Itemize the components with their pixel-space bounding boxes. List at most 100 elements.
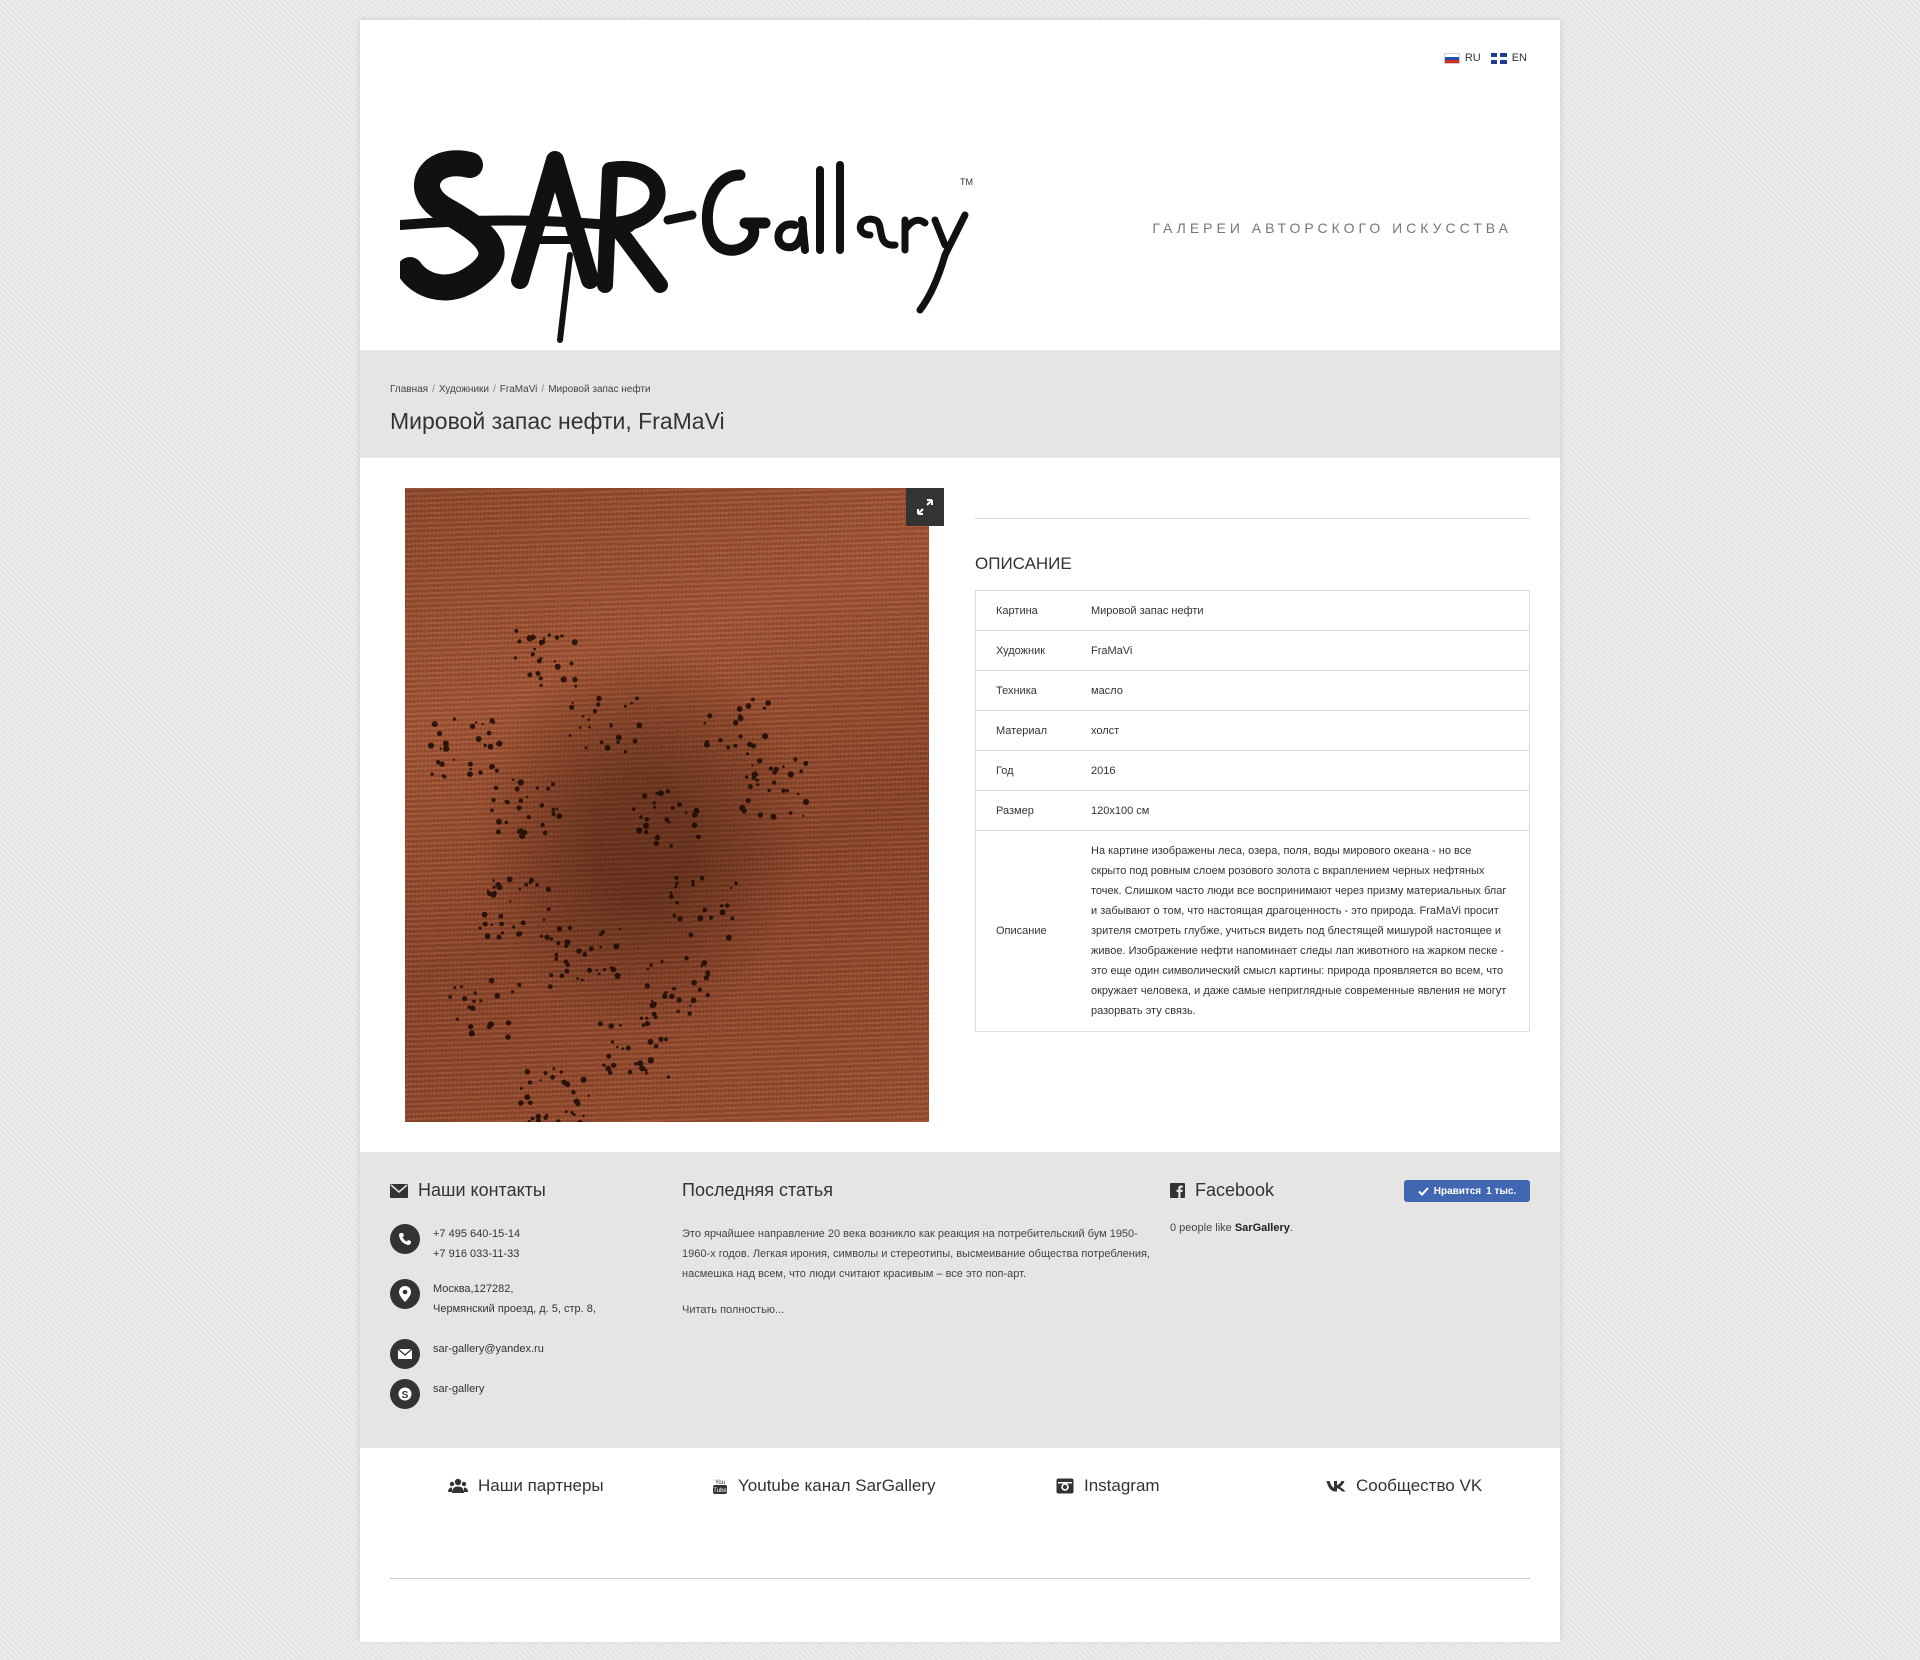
- oil-dot: [542, 918, 546, 921]
- oil-dot: [645, 1071, 648, 1075]
- oil-dot: [569, 661, 574, 666]
- oil-dot: [473, 991, 477, 995]
- oil-dot: [745, 703, 752, 709]
- oil-dot: [757, 812, 764, 818]
- oil-dot: [544, 934, 550, 940]
- phone-2[interactable]: +7 916 033-11-33: [433, 1244, 520, 1264]
- oil-dot: [597, 1021, 603, 1027]
- oil-dot: [732, 720, 739, 726]
- oil-dot: [662, 993, 668, 999]
- facebook-page-name[interactable]: SarGallery: [1235, 1222, 1290, 1234]
- breadcrumb-home[interactable]: Главная: [390, 384, 428, 395]
- oil-dot: [593, 710, 597, 714]
- oil-dot: [538, 676, 543, 681]
- address-line-2: Чермянский проезд, д. 5, стр. 8,: [433, 1303, 596, 1315]
- oil-dot: [478, 770, 483, 775]
- table-row: Описание На картине изображены леса, озер…: [975, 830, 1530, 1032]
- oil-dot: [516, 829, 522, 834]
- oil-dot: [755, 778, 759, 782]
- oil-dot: [601, 930, 605, 934]
- tagline: ГАЛЕРЕИ АВТОРСКОГО ИСКУССТВА: [1152, 220, 1512, 236]
- oil-dot: [519, 1086, 523, 1090]
- fullscreen-button[interactable]: [906, 488, 944, 526]
- oil-dot: [482, 921, 488, 927]
- skype-link[interactable]: sar-gallery: [433, 1379, 484, 1409]
- map-marker-icon: [390, 1279, 420, 1309]
- oil-dot: [673, 987, 677, 991]
- lang-en-link[interactable]: EN: [1490, 52, 1527, 64]
- oil-dot: [518, 1100, 524, 1106]
- oil-dot: [551, 812, 556, 816]
- oil-dot: [571, 701, 574, 705]
- oil-dot: [526, 815, 531, 820]
- oil-dot: [588, 946, 594, 952]
- oil-dot: [467, 771, 473, 777]
- oil-dot: [439, 747, 442, 750]
- youtube-link[interactable]: You Tube Youtube канал SarGallery: [712, 1476, 936, 1496]
- instagram-link[interactable]: Instagram: [1056, 1476, 1160, 1496]
- oil-dot: [730, 886, 733, 890]
- oil-dot: [540, 934, 544, 938]
- lang-ru-label: RU: [1464, 52, 1481, 64]
- painting-image[interactable]: [405, 488, 929, 1127]
- oil-dot: [547, 984, 553, 990]
- oil-dot: [649, 1002, 656, 1009]
- table-row: Год 2016: [975, 750, 1530, 791]
- table-row: Картина Мировой запас нефти: [975, 590, 1530, 631]
- oil-dot: [702, 907, 708, 913]
- oil-dot: [495, 829, 501, 835]
- oil-dot: [635, 696, 639, 701]
- vk-link[interactable]: Сообщество VK: [1326, 1476, 1482, 1496]
- oil-dot: [539, 642, 543, 646]
- oil-dot: [512, 925, 516, 929]
- facebook-like-button[interactable]: Нравится 1 тыс.: [1404, 1180, 1530, 1202]
- mail-icon: [390, 1339, 420, 1369]
- trademark-mark: TM: [960, 177, 973, 187]
- oil-dot: [506, 876, 513, 883]
- breadcrumb-current: Мировой запас нефти: [548, 384, 651, 395]
- phone-1[interactable]: +7 495 640-15-14: [433, 1224, 520, 1244]
- oil-dot: [596, 695, 602, 702]
- oil-dot: [631, 807, 636, 811]
- breadcrumb-artists[interactable]: Художники: [439, 384, 489, 395]
- oil-dot: [490, 808, 494, 812]
- read-more-link[interactable]: Читать полностью...: [682, 1304, 784, 1316]
- oil-dot: [467, 1005, 472, 1010]
- partners-link[interactable]: Наши партнеры: [448, 1476, 604, 1496]
- phone-icon: [390, 1224, 420, 1254]
- oil-dot: [530, 652, 535, 657]
- oil-dot: [546, 786, 550, 791]
- oil-dot: [539, 683, 543, 687]
- oil-dot: [530, 1116, 535, 1121]
- oil-dot: [535, 882, 539, 887]
- like-count: 1 тыс.: [1486, 1185, 1517, 1197]
- oil-dot: [518, 887, 522, 891]
- oil-dot: [677, 916, 683, 922]
- oil-dot: [575, 1101, 581, 1107]
- lang-ru-link[interactable]: RU: [1443, 52, 1481, 64]
- oil-dot: [676, 997, 682, 1003]
- youtube-icon: YouTube: [713, 1480, 727, 1494]
- oil-dot: [604, 744, 611, 751]
- email-link[interactable]: sar-gallery@yandex.ru: [433, 1339, 544, 1369]
- breadcrumb-artist[interactable]: FraMaVi: [500, 384, 538, 395]
- oil-dot: [745, 752, 749, 756]
- oil-dot: [535, 1118, 541, 1124]
- oil-dot: [639, 1065, 646, 1072]
- oil-dot: [653, 1044, 659, 1049]
- oil-dot: [586, 967, 593, 973]
- oil-dot: [674, 875, 679, 881]
- oil-dot: [605, 1065, 612, 1072]
- oil-dot: [478, 926, 482, 930]
- oil-dot: [644, 1068, 648, 1072]
- instagram-label: Instagram: [1084, 1476, 1160, 1495]
- oil-dot: [540, 822, 545, 828]
- oil-dot: [462, 996, 468, 1002]
- oil-dot: [684, 811, 688, 815]
- russia-flag-icon: [1443, 52, 1460, 64]
- oil-dot: [505, 1020, 512, 1026]
- oil-dot: [574, 684, 578, 688]
- bottom-links: Наши партнеры You Tube Youtube канал SarG…: [360, 1448, 1560, 1642]
- oil-dot: [650, 999, 654, 1003]
- oil-dot: [619, 1024, 622, 1027]
